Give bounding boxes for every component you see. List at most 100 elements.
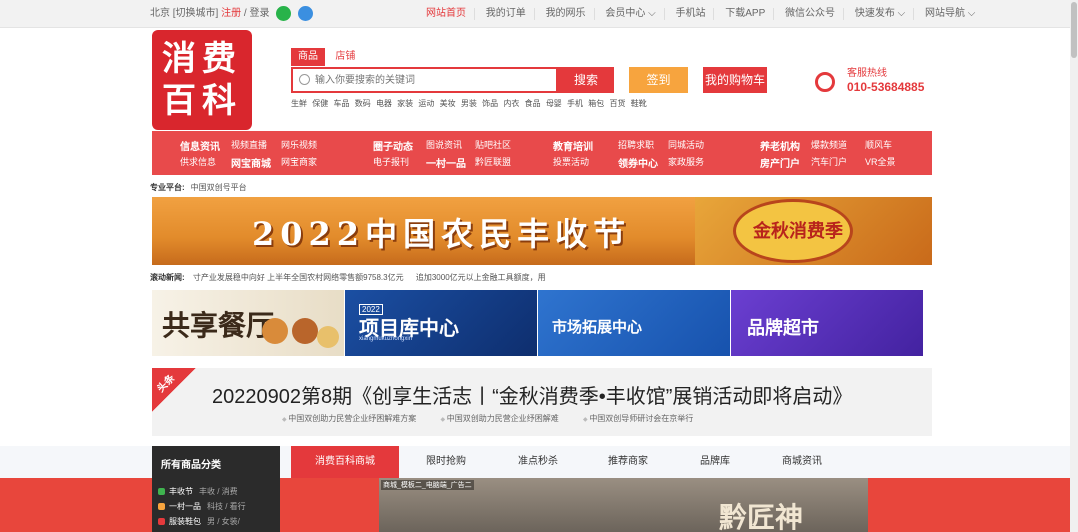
harvest-festival-banner[interactable]: 2022中国农民丰收节 <box>152 197 695 265</box>
register-link[interactable]: 注册 <box>221 8 241 19</box>
hot-word[interactable]: 数码 <box>355 99 371 108</box>
hot-word[interactable]: 生鲜 <box>291 99 307 108</box>
tab-flash-sale[interactable]: 限时抢购 <box>399 446 493 478</box>
wechat-icon[interactable] <box>276 5 292 21</box>
nav-download-app[interactable]: 下载APP <box>717 8 775 20</box>
signin-button[interactable]: 签到 <box>629 67 688 93</box>
tab-seckill[interactable]: 准点秒杀 <box>493 446 583 478</box>
hot-word[interactable]: 美妆 <box>440 99 456 108</box>
nav-my-orders[interactable]: 我的订单 <box>478 8 535 20</box>
tab-mall[interactable]: 消费百科商城 <box>291 446 399 478</box>
nav-my-wangle[interactable]: 我的网乐 <box>538 8 595 20</box>
channel-link[interactable]: 家政服务 <box>668 155 704 168</box>
site-logo[interactable]: 消费 百科 <box>152 30 252 130</box>
top-nav: 网站首页 我的订单 我的网乐 会员中心 ⌵ 手机站 下载APP 微信公众号 快速… <box>418 0 983 28</box>
category-name: 丰收节 <box>169 487 193 496</box>
channel-link[interactable]: 同城活动 <box>668 138 704 151</box>
login-link[interactable]: 登录 <box>249 8 269 19</box>
channel-link[interactable]: 汽车门户 <box>811 155 847 168</box>
hot-word[interactable]: 百货 <box>610 99 626 108</box>
channel-link[interactable]: 爆款频道 <box>811 138 847 151</box>
switch-city-link[interactable]: [切换城市] <box>173 8 219 19</box>
hot-word[interactable]: 母婴 <box>546 99 562 108</box>
ad-brand-text: 黔匠神 <box>719 501 804 532</box>
hot-word[interactable]: 食品 <box>525 99 541 108</box>
channel-link[interactable]: 电子报刊 <box>373 155 409 168</box>
channel-link[interactable]: 顺风车 <box>865 138 892 151</box>
channel-link[interactable]: 网乐视频 <box>281 138 317 151</box>
channel-link[interactable]: 供求信息 <box>180 155 216 168</box>
search-input[interactable] <box>315 71 553 89</box>
ad-image[interactable]: 商城_模板二_电脑端_广告二 黔匠神 <box>379 478 868 532</box>
harvest-banner-title: 2022中国农民丰收节 <box>252 215 632 253</box>
channel-link[interactable]: 养老机构 <box>760 138 800 153</box>
search-tab-shops[interactable]: 店铺 <box>328 48 362 66</box>
hot-word[interactable]: 箱包 <box>588 99 604 108</box>
headline-title[interactable]: 20220902第8期《创享生活志丨“金秋消费季•丰收馆”展销活动即将启动》 <box>212 380 852 409</box>
category-sub: 丰收 / 消费 <box>199 487 238 496</box>
hot-word[interactable]: 内衣 <box>503 99 519 108</box>
food-bowl-image <box>292 318 318 344</box>
category-item[interactable]: 服装鞋包男 / 女装/ <box>152 514 280 529</box>
tile-project-center[interactable]: 2022 项目库中心 xiangmukuzhongxin <box>345 290 537 356</box>
channel-link[interactable]: 图说资讯 <box>426 138 462 151</box>
tile-brand-supermarket[interactable]: 品牌超市 <box>731 290 923 356</box>
ad-label: 商城_模板二_电脑端_广告二 <box>381 480 474 490</box>
channel-link[interactable]: 信息资讯 <box>180 138 220 153</box>
category-item[interactable]: 丰收节 丰收 / 消费 <box>152 484 280 499</box>
nav-mobile-site[interactable]: 手机站 <box>667 8 715 20</box>
hot-word[interactable]: 鞋靴 <box>631 99 647 108</box>
hot-word[interactable]: 保健 <box>312 99 328 108</box>
nav-home[interactable]: 网站首页 <box>418 8 475 20</box>
page-scrollbar[interactable] <box>1070 0 1078 532</box>
hot-word[interactable]: 车品 <box>333 99 349 108</box>
autumn-banner-title: 金秋消费季 <box>753 221 843 242</box>
nav-site-map[interactable]: 网站导航 ⌵ <box>917 8 983 20</box>
hot-word[interactable]: 男装 <box>461 99 477 108</box>
nav-member-center[interactable]: 会员中心 ⌵ <box>597 8 665 20</box>
channel-link[interactable]: 黔匠联盟 <box>475 155 511 168</box>
tile-shared-restaurant[interactable]: 共享餐厅 <box>152 290 344 356</box>
tab-mall-news[interactable]: 商城资讯 <box>757 446 847 478</box>
hot-word[interactable]: 运动 <box>418 99 434 108</box>
tile-market-expansion[interactable]: 市场拓展中心 <box>538 290 730 356</box>
category-name: 一村一品 <box>169 502 201 511</box>
hot-word[interactable]: 手机 <box>567 99 583 108</box>
ticker-item[interactable]: 寸产业发展稳中向好 上半年全国农村网络零售额9758.3亿元 <box>193 273 404 282</box>
category-item[interactable]: 一村一品 科技 / 看行 <box>152 499 280 514</box>
channel-link[interactable]: 视频直播 <box>231 138 267 151</box>
search-button[interactable]: 搜索 <box>558 67 614 93</box>
headline-sub-link[interactable]: 中国双创助力民营企业纾困解难 <box>441 414 559 423</box>
platform-link[interactable]: 中国双创号平台 <box>191 183 247 192</box>
hotline-label: 客服热线 <box>847 68 887 79</box>
channel-link[interactable]: 贴吧社区 <box>475 138 511 151</box>
search-tab-goods[interactable]: 商品 <box>291 48 325 66</box>
channel-link[interactable]: 领券中心 <box>618 155 658 170</box>
headline-sub-link[interactable]: 中国双创导师研讨会在京举行 <box>583 414 693 423</box>
nav-wechat-account[interactable]: 微信公众号 <box>777 8 845 20</box>
hot-word[interactable]: 电器 <box>376 99 392 108</box>
autumn-consumption-banner[interactable]: 金秋消费季 <box>695 197 932 265</box>
channel-link[interactable]: 圈子动态 <box>373 138 413 153</box>
cart-button[interactable]: 我的购物车 <box>703 67 767 93</box>
all-categories-title: 所有商品分类 <box>161 460 221 471</box>
nav-quick-publish[interactable]: 快速发布 ⌵ <box>847 8 915 20</box>
headline-sub-link[interactable]: 中国双创助力民营企业纾困解难方案 <box>282 414 416 423</box>
channel-link[interactable]: 投票活动 <box>553 155 589 168</box>
channel-link[interactable]: 一村一品 <box>426 155 466 170</box>
channel-link[interactable]: VR全景 <box>865 155 896 168</box>
channel-link[interactable]: 网宝商城 <box>231 155 271 170</box>
qq-icon[interactable] <box>298 5 314 21</box>
hot-word[interactable]: 家装 <box>397 99 413 108</box>
channel-link[interactable]: 教育培训 <box>553 138 593 153</box>
tab-recommended-shops[interactable]: 推荐商家 <box>583 446 673 478</box>
ticker-item[interactable]: 追加3000亿元以上金融工具额度，用 <box>416 273 546 282</box>
channel-link[interactable]: 招聘求职 <box>618 138 654 151</box>
logo-line-1: 消费 <box>162 39 242 79</box>
channel-link[interactable]: 网宝商家 <box>281 155 317 168</box>
hot-word[interactable]: 饰品 <box>482 99 498 108</box>
scrollbar-thumb[interactable] <box>1071 2 1077 58</box>
tab-brands[interactable]: 品牌库 <box>673 446 757 478</box>
tile-title: 市场拓展中心 <box>552 318 643 336</box>
channel-link[interactable]: 房产门户 <box>760 155 800 170</box>
